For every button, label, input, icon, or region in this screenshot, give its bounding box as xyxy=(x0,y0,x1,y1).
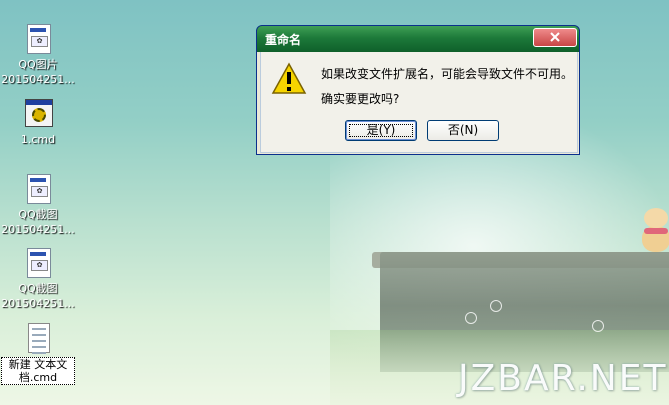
watermark: JZBAR.NET xyxy=(458,358,668,399)
label-line1: 新建 文本文 xyxy=(8,358,68,371)
focus-ring xyxy=(349,124,413,137)
image-file-icon: ✿ xyxy=(23,22,53,56)
cmd-file-icon xyxy=(23,97,53,131)
desktop-icon-label: 201504251... xyxy=(1,297,75,310)
desktop-icon-label: QQ截图 xyxy=(18,208,58,221)
no-button-label: 否(N) xyxy=(447,123,479,137)
dialog-question: 确实要更改吗? xyxy=(321,92,400,106)
warning-icon xyxy=(271,62,307,94)
image-file-icon: ✿ xyxy=(23,172,53,206)
desktop-icon-label: QQ图片 xyxy=(18,58,58,71)
desktop-icon-qq-screenshot-2[interactable]: ✿ QQ截图 201504251... xyxy=(1,246,75,310)
desktop-icon-label: 201504251... xyxy=(1,73,75,86)
desktop-icon-qq-screenshot-1[interactable]: ✿ QQ截图 201504251... xyxy=(1,172,75,236)
flower-decoration xyxy=(490,300,502,312)
dialog-titlebar[interactable]: 重命名 xyxy=(257,26,579,52)
desktop-icon-rename-label[interactable]: 新建 文本文 档.cmd xyxy=(1,357,75,385)
flower-decoration xyxy=(465,312,477,324)
rename-dialog: 重命名 如果改变文件扩展名，可能会导致文件不可用。 确实要更改吗? 是(Y) 否… xyxy=(256,25,580,155)
close-icon xyxy=(550,32,560,42)
text-file-icon xyxy=(23,321,53,355)
desktop-icon-label: 1.cmd xyxy=(20,133,56,146)
desktop-icon-label: QQ截图 xyxy=(18,282,58,295)
teddy-bear-decoration xyxy=(640,208,669,254)
dialog-body: 如果改变文件扩展名，可能会导致文件不可用。 确实要更改吗? 是(Y) 否(N) xyxy=(260,52,578,153)
flower-decoration xyxy=(592,320,604,332)
desktop-icon-1cmd[interactable]: 1.cmd xyxy=(1,97,75,146)
dialog-message: 如果改变文件扩展名，可能会导致文件不可用。 xyxy=(321,67,574,81)
dialog-title: 重命名 xyxy=(265,33,302,47)
yes-button[interactable]: 是(Y) xyxy=(345,120,417,141)
no-button[interactable]: 否(N) xyxy=(427,120,499,141)
desktop-icon-label: 201504251... xyxy=(1,223,75,236)
image-file-icon: ✿ xyxy=(23,246,53,280)
label-line2: 档.cmd xyxy=(18,371,58,384)
desktop-icon-new-text-cmd[interactable]: 新建 文本文 档.cmd xyxy=(1,321,75,385)
close-button[interactable] xyxy=(533,28,577,47)
desktop-icon-qq-image[interactable]: ✿ QQ图片 201504251... xyxy=(1,22,75,86)
